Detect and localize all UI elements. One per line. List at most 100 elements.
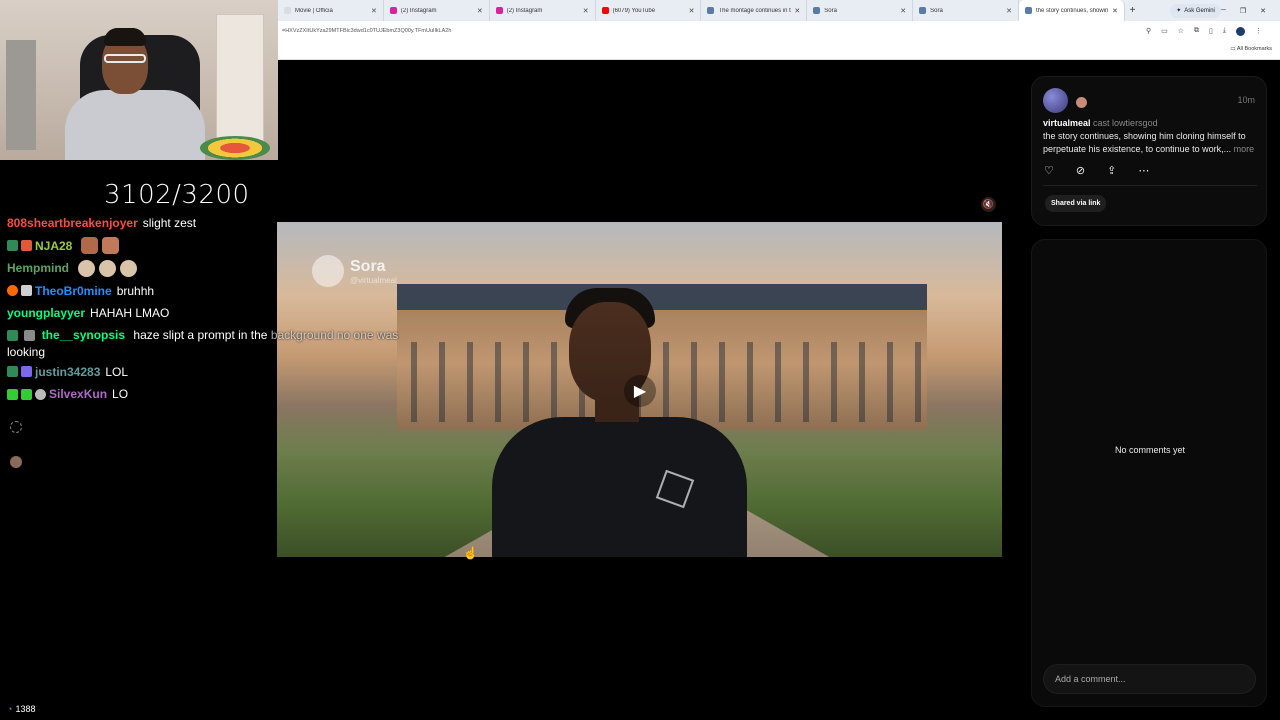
browser-tab[interactable]: (2) Instagram ✕ (384, 0, 490, 21)
post-time: 10m (1237, 95, 1255, 105)
chat-message: youngplayyer HAHAH LMAO (7, 302, 407, 325)
all-bookmarks-label: All Bookmarks (1236, 46, 1272, 52)
webcam-overlay (0, 0, 278, 160)
no-comments-text: No comments yet (1114, 445, 1186, 455)
chateau-windows (397, 342, 927, 422)
remix-icon[interactable]: ⊘ (1076, 164, 1085, 177)
tab-title: Movie | Officia (295, 7, 333, 14)
post-username[interactable]: virtualmeal (1043, 118, 1091, 128)
heart-icon[interactable]: ♡ (1044, 164, 1054, 177)
chat-badge-icon (35, 388, 46, 400)
tab-close-icon[interactable]: ✕ (689, 7, 695, 15)
post-actions: ♡ ⊘ ⇪ ⋯ (1044, 164, 1149, 177)
menu-icon[interactable]: ⋮ (1255, 27, 1262, 35)
tab-close-icon[interactable]: ✕ (583, 7, 589, 15)
youtube-icon (601, 7, 609, 14)
tab-favicon-icon (284, 7, 291, 14)
chat-emote-icon (120, 259, 138, 277)
chat-message: TheoBr0mine bruhhh (7, 280, 407, 303)
viewer-icon: ◔ (7, 704, 13, 714)
chat-badge-icon (7, 240, 18, 252)
tab-title: Sora (824, 7, 837, 14)
chat-message: justin34283 LOL (7, 361, 407, 384)
chat-message: the__synopsis haze slipt a prompt in the… (7, 325, 407, 361)
chat-text-over-video: background no one was (270, 327, 399, 342)
chat-badge-icon (21, 388, 32, 400)
chat-username: the__synopsis (41, 327, 126, 342)
chat-emote-icon (81, 237, 99, 255)
tab-close-icon[interactable]: ✕ (900, 7, 906, 15)
more-link[interactable]: more (1234, 144, 1255, 154)
all-bookmarks-link[interactable]: ▭ All Bookmarks (1230, 46, 1272, 52)
window-controls: ─ ❐ ✕ (1221, 7, 1280, 15)
browser-tab[interactable]: (2) Instagram ✕ (490, 0, 596, 21)
browser-tab[interactable]: Movie | Officia ✕ (278, 0, 384, 21)
tab-title: The montage continues in t (718, 7, 791, 14)
tab-close-icon[interactable]: ✕ (794, 7, 800, 15)
browser-tab[interactable]: Sora ✕ (807, 0, 914, 21)
post-caption-text: the story continues, showing him cloning… (1043, 131, 1246, 154)
chat-username: TheoBr0mine (35, 283, 112, 298)
sidebar-icon[interactable]: ▯ (1209, 27, 1213, 35)
tab-title: (6079) YouTube (612, 7, 656, 14)
viewer-count-value: 1388 (15, 704, 36, 714)
close-window-icon[interactable]: ✕ (1260, 7, 1266, 15)
address-bar[interactable]: =HXVzZXItUkYza29MTFBic3dwd1c0TUJEbmZ3Q00… (278, 21, 1280, 41)
url-text[interactable]: =HXVzZXItUkYza29MTFBic3dwd1c0TUJEbmZ3Q00… (282, 28, 1146, 34)
ask-gemini-button[interactable]: ✦ Ask Gemini (1170, 3, 1221, 18)
folder-icon: ▭ (1230, 46, 1236, 52)
more-icon[interactable]: ⋯ (1138, 164, 1149, 177)
speaker-muted-icon[interactable]: 🔇 (981, 197, 996, 212)
chat-text: haze slipt a prompt in the (133, 327, 268, 342)
user-avatar-icon (10, 456, 22, 468)
avatar[interactable] (1043, 88, 1068, 113)
sora-icon (707, 7, 715, 14)
mouse-cursor-icon: ☝ (463, 546, 478, 560)
browser-tab[interactable]: (6079) YouTube ✕ (596, 0, 702, 21)
man-in-suit (492, 417, 747, 557)
browser-tab[interactable]: Sora ✕ (913, 0, 1020, 21)
chat-emote-icon (78, 259, 96, 277)
viewer-count: ◔ 1388 (7, 704, 35, 714)
chat-badge-icon (24, 329, 36, 341)
address-bar-icons: ⚲ ▭ ☆ ⧉ ▯ ⤓ ⋮ (1146, 26, 1280, 36)
minimize-icon[interactable]: ─ (1221, 7, 1226, 15)
sora-icon (1025, 7, 1033, 14)
colorful-rug (200, 136, 270, 160)
streamer-hair-top (104, 28, 146, 46)
browser-tab-active[interactable]: the story continues, showin ✕ (1019, 0, 1125, 21)
chat-username: NJA28 (35, 238, 73, 253)
cast-icon[interactable]: ▭ (1161, 27, 1168, 35)
profile-avatar-icon[interactable] (1236, 26, 1245, 36)
sparkle-icon: ✦ (1176, 8, 1182, 14)
browser-tab[interactable]: The montage continues in t ✕ (701, 0, 808, 21)
cast-avatar[interactable] (1075, 96, 1088, 109)
post-card: 10m virtualmeal cast lowtiersgod the sto… (1031, 76, 1267, 226)
chat-text: slight zest (142, 216, 197, 231)
share-icon[interactable]: ⇪ (1107, 164, 1116, 177)
extensions-icon[interactable]: ⧉ (1194, 27, 1199, 35)
tab-close-icon[interactable]: ✕ (477, 7, 483, 15)
shared-via-link-badge: Shared via link (1045, 195, 1107, 212)
bookmark-star-icon[interactable]: ☆ (1178, 27, 1184, 35)
streamer-body (65, 90, 205, 160)
play-icon[interactable]: ▶ (624, 375, 656, 407)
tab-close-icon[interactable]: ✕ (1112, 7, 1118, 15)
chat-message: 808sheartbreakenjoyer slight zest (7, 212, 407, 235)
chat-text: bruhhh (116, 283, 155, 298)
tab-close-icon[interactable]: ✕ (371, 7, 377, 15)
comment-input[interactable] (1043, 664, 1256, 694)
instagram-icon (389, 7, 397, 14)
tab-close-icon[interactable]: ✕ (1006, 7, 1012, 15)
chat-text: LO (112, 387, 129, 402)
cat-tree (6, 40, 36, 150)
restore-icon[interactable]: ❐ (1240, 7, 1246, 15)
bookmarks-bar: ▭ All Bookmarks (278, 41, 1280, 60)
zoom-icon[interactable]: ⚲ (1146, 27, 1151, 35)
screen: Movie | Officia ✕ (2) Instagram ✕ (2) In… (0, 0, 1280, 720)
tab-title: the story continues, showin (1036, 7, 1109, 14)
post-cast[interactable]: cast lowtiersgod (1093, 118, 1158, 128)
chat-badge-icon (7, 329, 18, 341)
new-tab-button[interactable]: + (1125, 5, 1140, 16)
download-icon[interactable]: ⤓ (1223, 27, 1226, 35)
